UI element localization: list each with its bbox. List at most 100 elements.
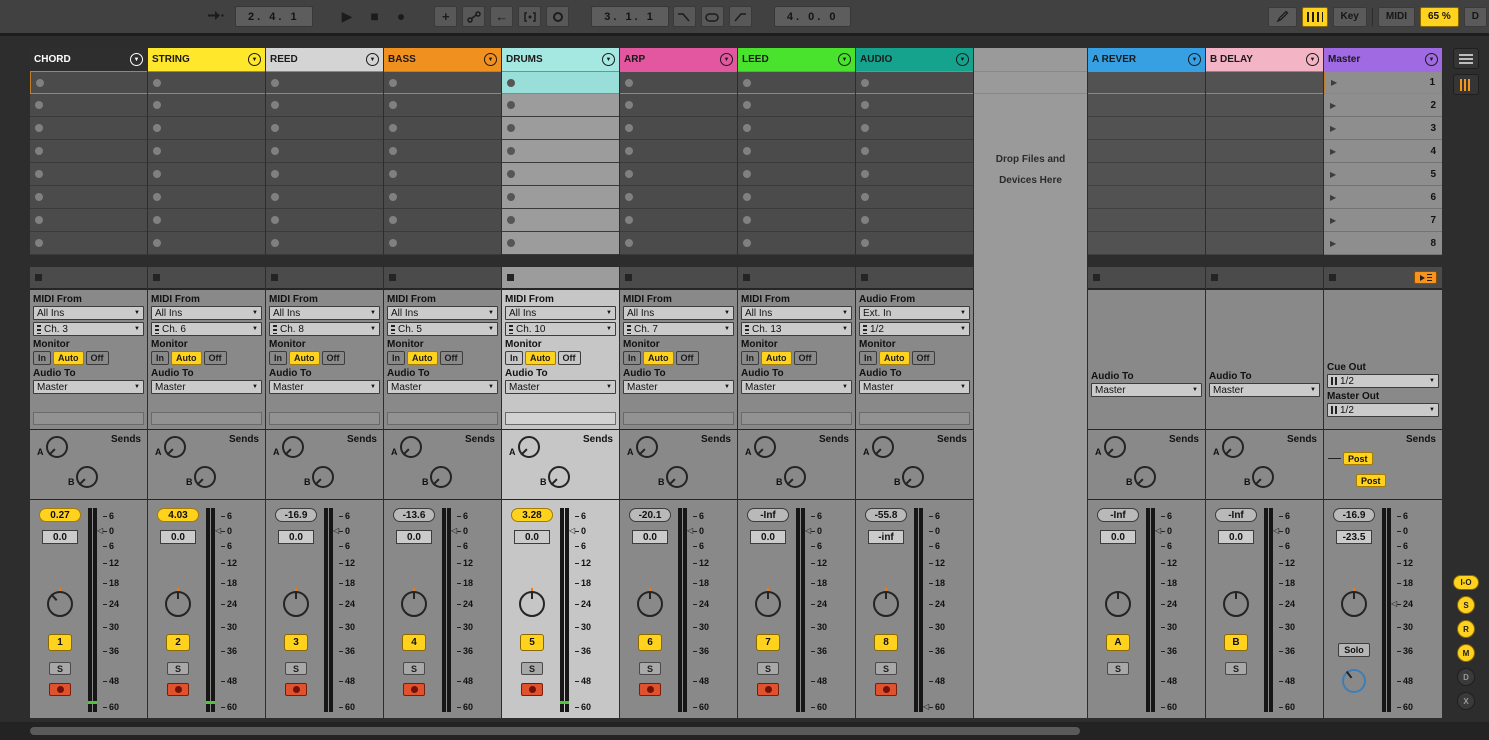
scene-play-icon[interactable]: ▶ [1330,193,1336,202]
pan-knob[interactable] [637,591,663,617]
clip-slot[interactable] [856,232,973,255]
input-type-dropdown[interactable]: All Ins▼ [623,306,734,320]
monitor-in-button[interactable]: In [33,351,51,365]
track-activator-button[interactable]: 5 [520,634,544,651]
follow-button[interactable] [200,6,231,27]
monitor-off-button[interactable]: Off [676,351,699,365]
output-dropdown[interactable]: Master▼ [269,380,380,394]
send-b-knob[interactable] [76,466,98,488]
cue-out-dropdown[interactable]: 1/2▼ [1327,374,1439,388]
track-activator-button[interactable]: 8 [874,634,898,651]
play-button[interactable]: ▶ [335,6,360,27]
scene-slot[interactable]: ▶ 4 [1324,140,1442,163]
track-activator-button[interactable]: 4 [402,634,426,651]
clip-slot[interactable] [502,232,619,255]
volume-display[interactable]: 0.0 [514,530,550,544]
send-b-knob[interactable] [312,466,334,488]
track-stop-button[interactable] [743,274,750,281]
scene-play-icon[interactable]: ▶ [1330,101,1336,110]
track-stop-button[interactable] [153,274,160,281]
peak-level-display[interactable]: -13.6 [393,508,435,522]
scene-slot[interactable]: ▶ 8 [1324,232,1442,255]
stop-all-clips-button[interactable] [1329,274,1336,281]
scene-slot[interactable]: ▶ 1 [1324,71,1442,94]
track-header[interactable]: AUDIO ▼ [856,48,973,71]
clip-slot[interactable] [738,232,855,255]
clip-slot[interactable] [502,163,619,186]
monitor-off-button[interactable]: Off [86,351,109,365]
chevron-down-icon[interactable]: ▼ [838,53,851,66]
clip-slot[interactable] [502,117,619,140]
peak-level-display[interactable]: 4.03 [157,508,199,522]
clip-slot[interactable] [266,140,383,163]
clip-slot[interactable] [856,186,973,209]
volume-display[interactable]: 0.0 [42,530,78,544]
back-to-arrangement-button[interactable] [1414,271,1437,284]
solo-button[interactable]: S [521,662,543,675]
return-activator-button[interactable]: A [1106,634,1130,651]
input-type-dropdown[interactable]: All Ins▼ [33,306,144,320]
clip-slot[interactable] [30,140,147,163]
arm-button[interactable] [49,683,71,696]
preview-volume-knob[interactable] [1342,669,1366,693]
record-button[interactable]: ● [390,6,412,27]
output-dropdown[interactable]: Master▼ [859,380,970,394]
chevron-down-icon[interactable]: ▼ [1306,53,1319,66]
clip-slot[interactable] [502,94,619,117]
track-stop-button[interactable] [1211,274,1218,281]
track-header[interactable]: ARP ▼ [620,48,737,71]
clip-slot[interactable] [384,186,501,209]
show-io-button[interactable]: I-O [1453,575,1479,590]
input-channel-dropdown[interactable]: 1/2▼ [859,322,970,336]
volume-display[interactable]: 0.0 [278,530,314,544]
volume-display[interactable]: 0.0 [750,530,786,544]
arm-button[interactable] [639,683,661,696]
pan-knob[interactable] [401,591,427,617]
track-header[interactable]: LEED ▼ [738,48,855,71]
clip-slot[interactable] [384,163,501,186]
scene-play-icon[interactable]: ▶ [1330,239,1336,248]
scene-slot[interactable]: ▶ 7 [1324,209,1442,232]
clip-slot[interactable] [266,209,383,232]
send-b-knob[interactable] [1252,466,1274,488]
send-b-knob[interactable] [1134,466,1156,488]
arm-button[interactable] [167,683,189,696]
solo-button[interactable]: S [49,662,71,675]
drop-zone[interactable]: Drop Files and Devices Here [974,48,1087,718]
send-b-knob[interactable] [194,466,216,488]
session-record-button[interactable] [546,6,569,27]
clip-slot[interactable] [148,186,265,209]
solo-button[interactable]: S [1225,662,1247,675]
punch-out-button[interactable] [729,6,752,27]
monitor-in-button[interactable]: In [505,351,523,365]
track-stop-button[interactable] [861,274,868,281]
track-stop-button[interactable] [507,274,514,281]
show-returns-button[interactable]: R [1457,620,1475,638]
clip-slot[interactable] [384,71,501,94]
horizontal-scrollbar[interactable] [30,727,1080,735]
send-a-knob[interactable] [164,436,186,458]
chevron-down-icon[interactable]: ▼ [248,53,261,66]
send-b-knob[interactable] [666,466,688,488]
monitor-auto-button[interactable]: Auto [643,351,674,365]
show-crossfader-button[interactable]: X [1457,692,1475,710]
volume-display[interactable]: 0.0 [396,530,432,544]
track-header[interactable]: STRING ▼ [148,48,265,71]
arm-button[interactable] [757,683,779,696]
show-track-delay-button[interactable]: D [1457,668,1475,686]
arm-button[interactable] [403,683,425,696]
chevron-down-icon[interactable]: ▼ [602,53,615,66]
scene-play-icon[interactable]: ▶ [1330,216,1336,225]
monitor-in-button[interactable]: In [387,351,405,365]
input-channel-dropdown[interactable]: Ch. 10▼ [505,322,616,336]
draw-mode-button[interactable] [1268,7,1297,27]
clip-slot[interactable] [148,71,265,94]
track-header[interactable]: CHORD ▼ [30,48,147,71]
clip-slot[interactable] [30,94,147,117]
track-header[interactable]: BASS ▼ [384,48,501,71]
solo-button[interactable]: S [757,662,779,675]
clip-slot[interactable] [266,232,383,255]
midi-overdub-button[interactable]: + [434,6,457,27]
output-dropdown[interactable]: Master▼ [623,380,734,394]
pan-knob[interactable] [1341,591,1367,617]
